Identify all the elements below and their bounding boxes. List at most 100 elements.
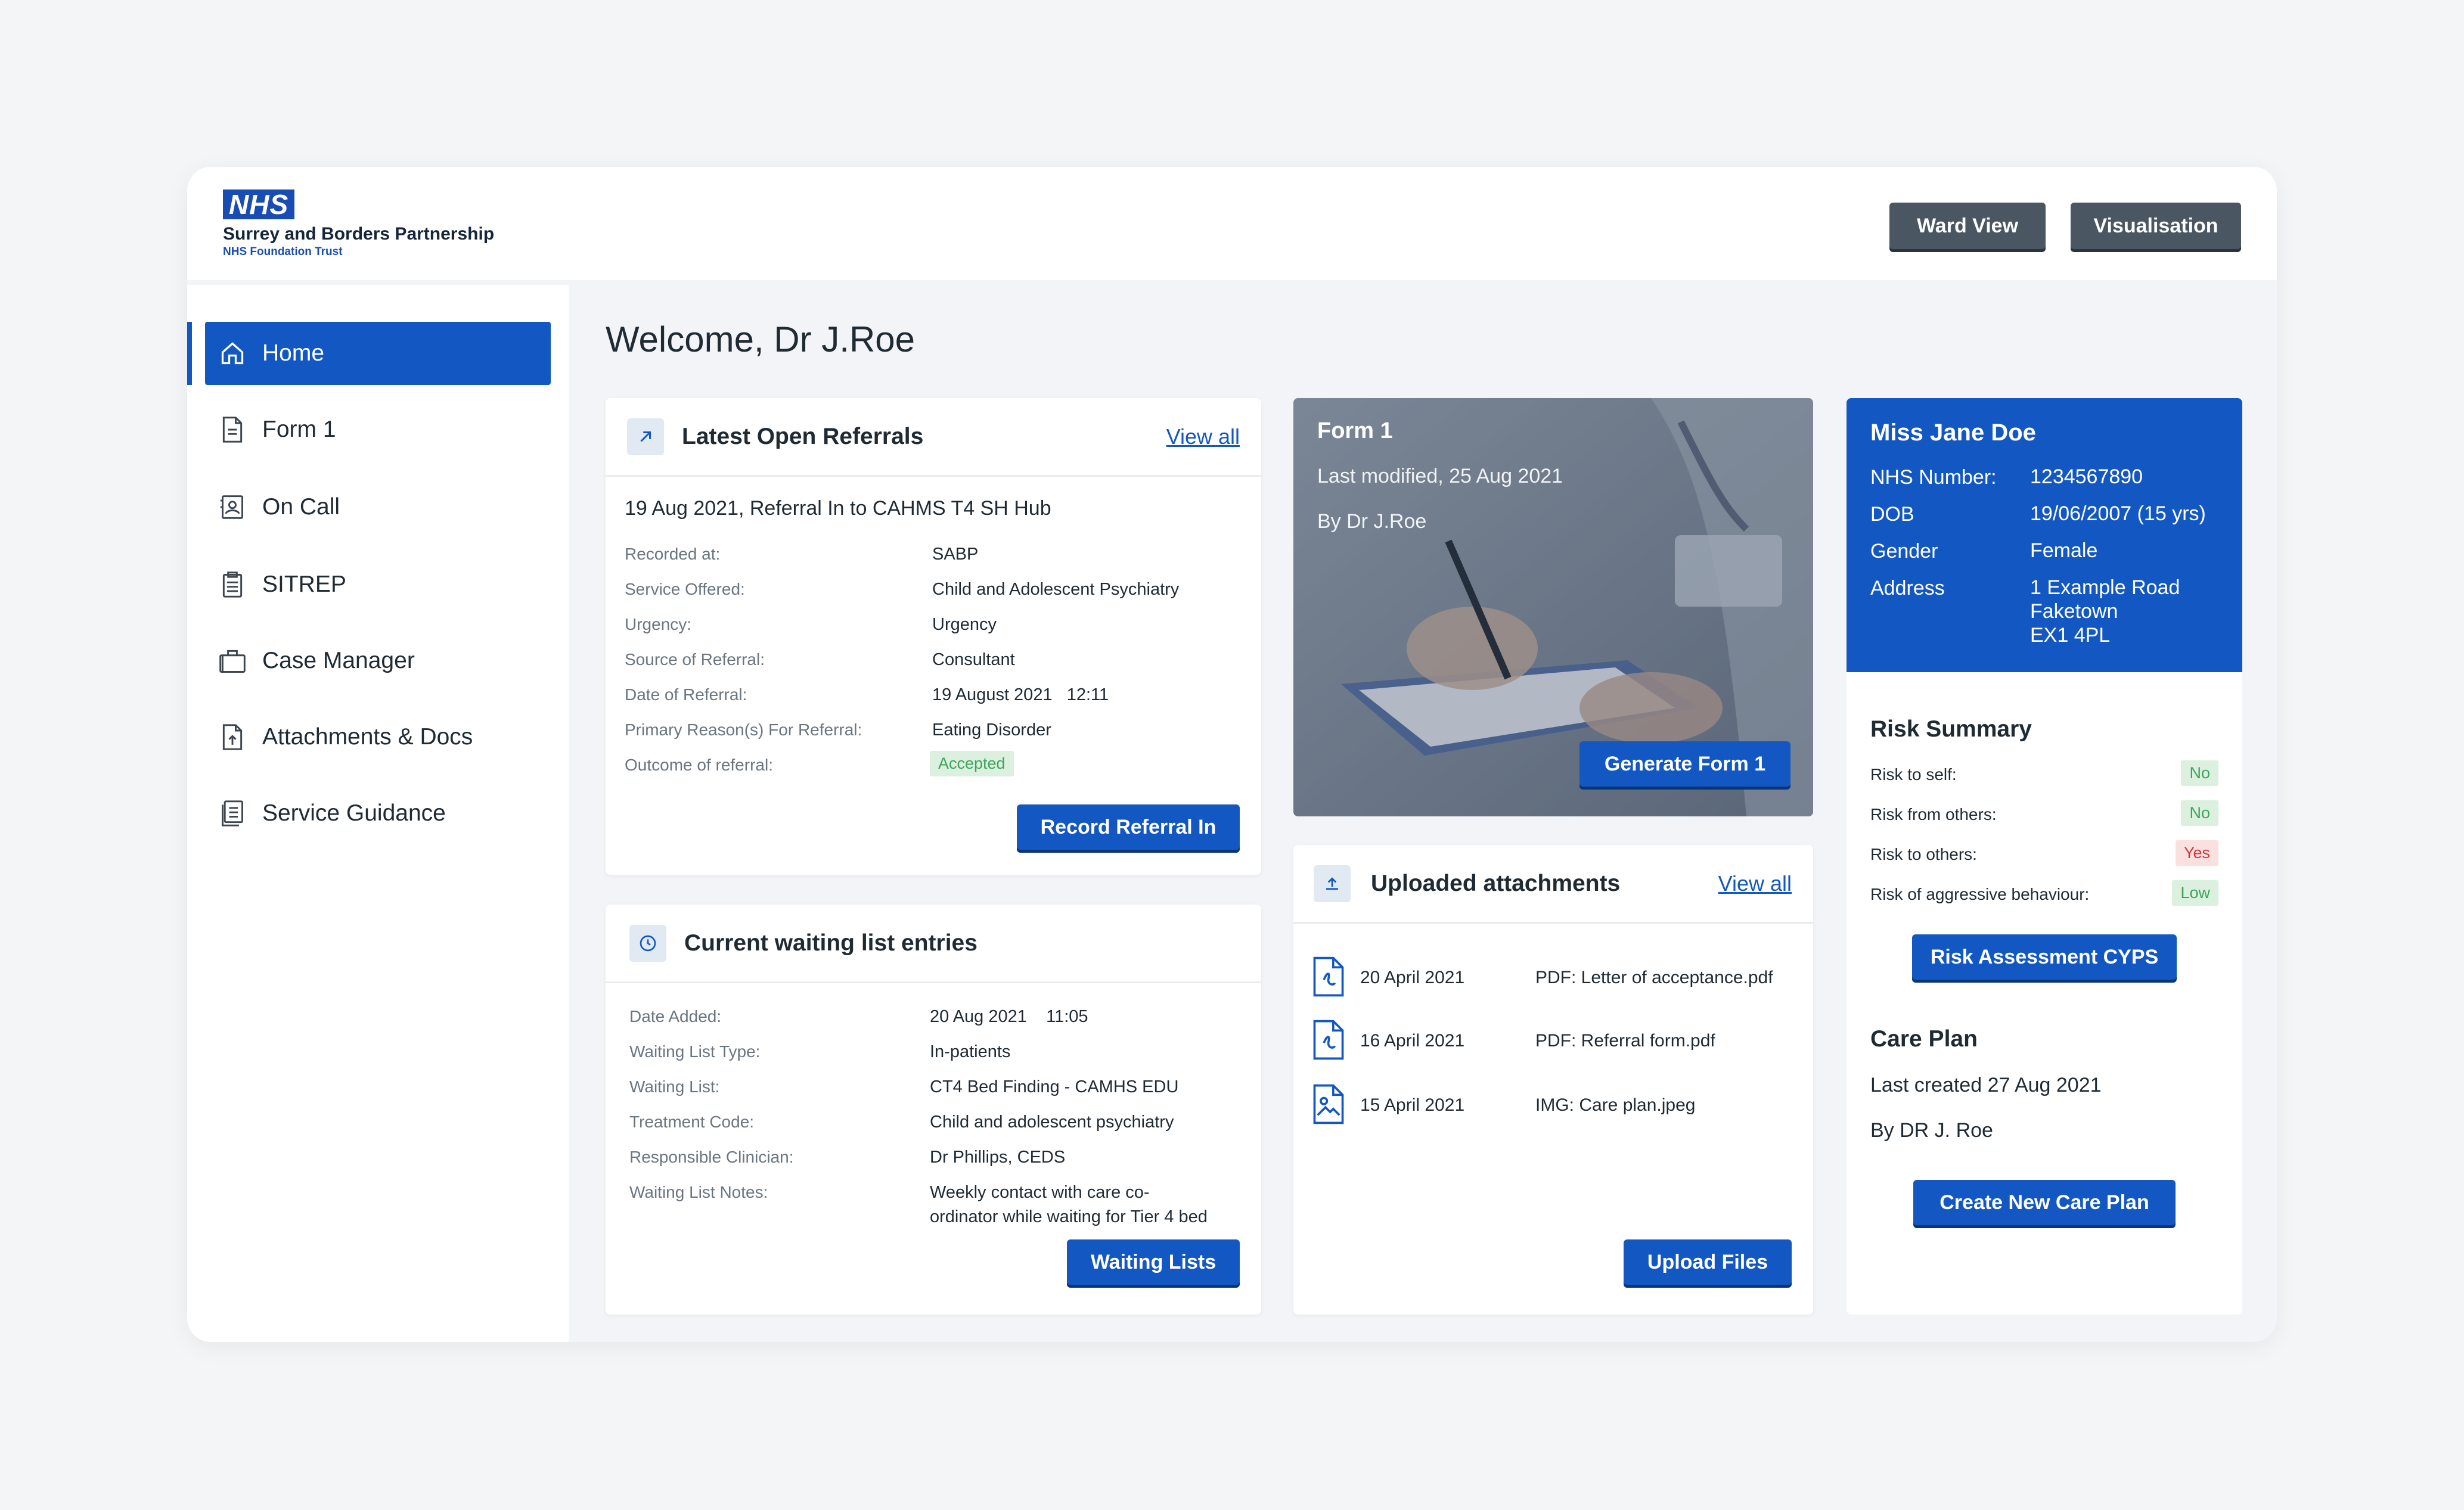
sidebar-item-home[interactable]: Home: [187, 322, 551, 385]
attachments-view-all-link[interactable]: View all: [1718, 871, 1792, 896]
visualisation-button[interactable]: Visualisation: [2071, 203, 2241, 249]
nhs-logo[interactable]: NHS Surrey and Borders Partnership NHS F…: [223, 189, 521, 259]
form-1-author: By Dr J.Roe: [1317, 510, 1427, 533]
patient-field-value: 1234567890: [2030, 465, 2143, 488]
waiting-label: Waiting List:: [629, 1077, 720, 1096]
upload-files-button[interactable]: Upload Files: [1624, 1239, 1792, 1285]
referral-heading: 19 Aug 2021, Referral In to CAHMS T4 SH …: [625, 497, 1051, 520]
patient-field-label: NHS Number:: [1870, 466, 1997, 489]
risk-assessment-cyps-button[interactable]: Risk Assessment CYPS: [1912, 934, 2177, 980]
waiting-value: In-patients: [930, 1042, 1011, 1061]
waiting-value: 20 Aug 2021 11:05: [930, 1007, 1088, 1026]
waiting-label: Treatment Code:: [629, 1113, 755, 1131]
create-new-care-plan-button[interactable]: Create New Care Plan: [1913, 1180, 2176, 1225]
referral-label: Urgency:: [625, 615, 692, 633]
patient-details: Miss Jane Doe NHS Number: 1234567890 DOB…: [1847, 398, 2242, 672]
attachment-name: PDF: Letter of acceptance.pdf: [1535, 968, 1773, 987]
pdf-file-icon: [1312, 1020, 1345, 1063]
waiting-label: Waiting List Notes:: [629, 1183, 768, 1201]
org-subtitle: NHS Foundation Trust: [223, 246, 343, 258]
sidebar-item-sitrep[interactable]: SITREP: [205, 553, 551, 616]
attachment-row[interactable]: 16 April 2021 PDF: Referral form.pdf: [1312, 1020, 1801, 1062]
referral-value: Eating Disorder: [932, 720, 1051, 740]
sidebar-item-case-manager[interactable]: Case Manager: [205, 629, 551, 692]
patient-card: Miss Jane Doe NHS Number: 1234567890 DOB…: [1847, 398, 2242, 1315]
form-1-modified: Last modified, 25 Aug 2021: [1317, 465, 1563, 487]
patient-field-label: DOB: [1870, 503, 1914, 526]
waiting-value: CT4 Bed Finding - CAMHS EDU: [930, 1077, 1179, 1096]
risk-label: Risk to others:: [1870, 845, 1977, 863]
page-title: Welcome, Dr J.Roe: [606, 319, 916, 359]
referral-label: Service Offered:: [625, 580, 745, 598]
sidebar-item-label: Case Manager: [262, 648, 415, 673]
referral-label: Recorded at:: [625, 545, 721, 563]
waiting-label: Date Added:: [629, 1007, 722, 1026]
patient-field-value: 1 Example Road: [2030, 576, 2180, 599]
referral-value: 19 August 2021 12:11: [932, 685, 1109, 704]
sidebar-item-label: Form 1: [262, 417, 336, 442]
referral-value: Consultant: [932, 650, 1015, 669]
sidebar-item-label: On Call: [262, 494, 340, 520]
risk-label: Risk of aggressive behaviour:: [1870, 885, 2090, 903]
patient-name: Miss Jane Doe: [1870, 420, 2036, 446]
waiting-value: ordinator while waiting for Tier 4 bed: [930, 1207, 1208, 1226]
attachment-name: IMG: Care plan.jpeg: [1535, 1095, 1696, 1115]
waiting-lists-button[interactable]: Waiting Lists: [1067, 1239, 1240, 1285]
clock-icon: [629, 924, 666, 962]
sidebar-item-service-guidance[interactable]: Service Guidance: [205, 782, 551, 845]
referral-value: SABP: [932, 545, 979, 564]
ward-view-button[interactable]: Ward View: [1889, 203, 2046, 249]
status-badge: Accepted: [930, 751, 1014, 776]
referral-value: Urgency: [932, 615, 997, 634]
sidebar: Home Form 1 On Call SITREP Case Manager: [187, 285, 569, 1342]
attachment-name: PDF: Referral form.pdf: [1535, 1031, 1715, 1051]
waiting-value: Weekly contact with care co-: [930, 1183, 1150, 1202]
patient-field-value: Female: [2030, 539, 2098, 562]
attachment-date: 20 April 2021: [1360, 968, 1465, 987]
guidance-icon: [218, 799, 247, 828]
sidebar-item-label: Service Guidance: [262, 800, 446, 826]
referrals-title: Latest Open Referrals: [682, 423, 924, 449]
nhs-badge: NHS: [223, 189, 295, 219]
attachment-date: 15 April 2021: [1360, 1095, 1465, 1115]
risk-label: Risk from others:: [1870, 805, 1997, 824]
on-call-icon: [218, 493, 247, 521]
attachment-date: 16 April 2021: [1360, 1031, 1465, 1051]
referral-label: Date of Referral:: [625, 685, 747, 704]
org-name: Surrey and Borders Partnership: [223, 224, 495, 244]
form-1-title: Form 1: [1317, 418, 1393, 443]
sidebar-item-attachments-docs[interactable]: Attachments & Docs: [205, 706, 551, 769]
attachments-title: Uploaded attachments: [1371, 870, 1621, 896]
patient-field-label: Address: [1870, 577, 1945, 599]
patient-address-line: Faketown: [2030, 600, 2118, 623]
sidebar-item-form-1[interactable]: Form 1: [205, 398, 551, 461]
referrals-card-header: Latest Open Referrals View all: [606, 398, 1261, 477]
care-plan-created: Last created 27 Aug 2021: [1870, 1074, 2102, 1096]
care-plan-author: By DR J. Roe: [1870, 1119, 1993, 1142]
referral-label: Outcome of referral:: [625, 756, 773, 774]
sidebar-item-label: SITREP: [262, 571, 346, 597]
app-window: NHS Surrey and Borders Partnership NHS F…: [187, 167, 2277, 1342]
briefcase-icon: [218, 647, 247, 675]
risk-badge: Low: [2172, 880, 2218, 906]
attachments-card-header: Uploaded attachments View all: [1293, 845, 1813, 924]
attachment-row[interactable]: 20 April 2021 PDF: Letter of acceptance.…: [1312, 956, 1801, 999]
generate-form-1-button[interactable]: Generate Form 1: [1579, 741, 1790, 787]
referrals-view-all-link[interactable]: View all: [1166, 424, 1240, 449]
attachment-row[interactable]: 15 April 2021 IMG: Care plan.jpeg: [1312, 1084, 1801, 1126]
upload-icon: [1314, 865, 1351, 902]
home-icon: [218, 339, 247, 368]
attachments-card: Uploaded attachments View all 20 April 2…: [1293, 845, 1813, 1315]
upload-document-icon: [218, 723, 247, 751]
form-1-card: Form 1 Last modified, 25 Aug 2021 By Dr …: [1293, 398, 1813, 816]
referral-label: Source of Referral:: [625, 650, 765, 669]
sidebar-item-on-call[interactable]: On Call: [205, 476, 551, 539]
patient-field-value: 19/06/2007 (15 yrs): [2030, 502, 2206, 525]
waiting-label: Waiting List Type:: [629, 1042, 761, 1061]
record-referral-in-button[interactable]: Record Referral In: [1017, 804, 1240, 850]
top-bar: NHS Surrey and Borders Partnership NHS F…: [187, 167, 2277, 280]
risk-badge: No: [2181, 760, 2218, 786]
document-icon: [218, 415, 247, 444]
waiting-value: Dr Phillips, CEDS: [930, 1148, 1066, 1167]
patient-address-line: EX1 4PL: [2030, 624, 2111, 647]
